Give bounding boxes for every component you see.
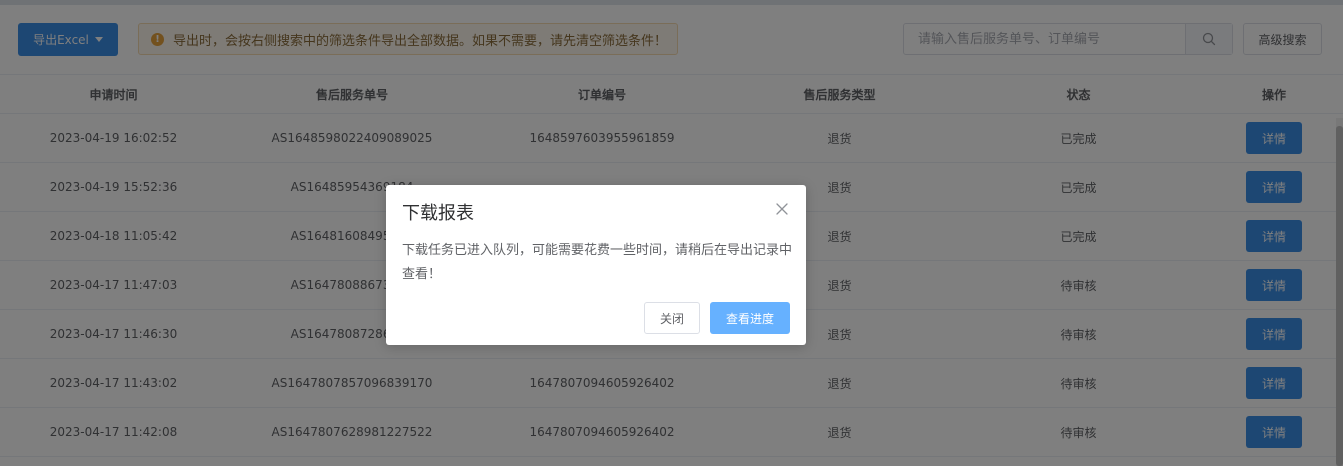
dialog-message: 下载任务已进入队列，可能需要花费一些时间，请稍后在导出记录中查看！	[402, 243, 793, 282]
page: 导出Excel ! 导出时，会按右侧搜索中的筛选条件导出全部数据。如果不需要，请…	[0, 0, 1343, 466]
close-icon[interactable]	[774, 201, 790, 217]
close-button[interactable]: 关闭	[644, 302, 700, 334]
download-report-dialog: 下载报表 下载任务已进入队列，可能需要花费一些时间，请稍后在导出记录中查看！ 关…	[386, 185, 806, 345]
dialog-title: 下载报表	[402, 203, 474, 224]
view-progress-button[interactable]: 查看进度	[710, 302, 790, 334]
